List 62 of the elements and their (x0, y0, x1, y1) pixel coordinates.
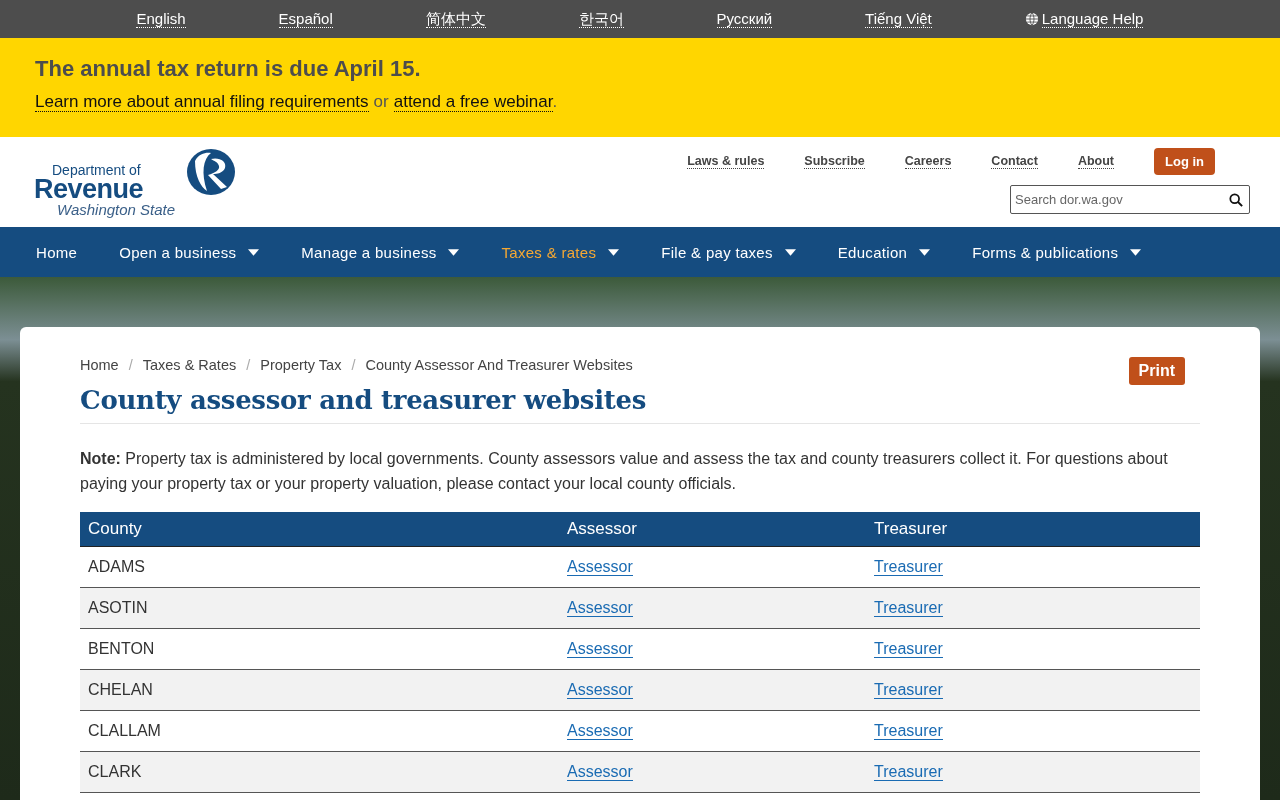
treasurer-link[interactable]: Treasurer (874, 557, 943, 576)
logo-text[interactable]: Revenue (34, 177, 176, 201)
column-header: County (80, 512, 559, 547)
nav-item[interactable]: Forms & publications (972, 243, 1142, 261)
breadcrumb-link[interactable]: County Assessor And Treasurer Websites (365, 357, 633, 373)
treasurer-link[interactable]: Treasurer (874, 762, 943, 781)
table-cell: CHELAN (80, 669, 559, 711)
print-button[interactable]: Print (1128, 357, 1185, 385)
assessor-link[interactable]: Assessor (567, 721, 633, 740)
assessor-link[interactable]: Assessor (567, 680, 633, 699)
assessor-link[interactable]: Assessor (567, 639, 633, 658)
logo-text[interactable]: Department of (34, 163, 176, 177)
alert-text: or (373, 92, 389, 111)
alert-title: The annual tax return is due April 15. (35, 56, 422, 82)
webinar-link[interactable]: attend a free webinar (393, 92, 553, 112)
login-button[interactable]: Log in (1154, 148, 1215, 175)
search-icon[interactable] (1229, 193, 1243, 207)
search-field[interactable]: Search dor.wa.gov (1010, 185, 1250, 214)
table-cell: BENTON (80, 628, 559, 670)
utility-link[interactable]: Laws & rules (687, 154, 765, 169)
language-help-link[interactable]: Language Help (1041, 10, 1144, 28)
utility-link[interactable]: About (1077, 154, 1114, 169)
utility-link[interactable]: Subscribe (804, 154, 865, 169)
language-link[interactable]: Русский (716, 10, 773, 28)
note-paragraph: Note: Property tax is administered by local governments. County assessors value and assess the tax and county treasurers collect it. For questions about paying your property tax or your property valuation, please contact your local county officials. (80, 449, 1169, 494)
language-link[interactable]: 한국어 (578, 10, 624, 28)
nav-item[interactable]: Taxes & rates (501, 243, 620, 261)
alert-text: . (552, 92, 558, 111)
nav-item[interactable]: Open a business (119, 243, 260, 261)
treasurer-link[interactable]: Treasurer (874, 598, 943, 617)
utility-link[interactable]: Contact (991, 154, 1038, 169)
table-cell: ADAMS (80, 546, 559, 588)
language-link[interactable]: 简体中文 (425, 10, 486, 28)
utility-link[interactable]: Careers (904, 154, 952, 169)
table-cell: ASOTIN (80, 587, 559, 629)
assessor-link[interactable]: Assessor (567, 557, 633, 576)
page-title: County assessor and treasurer websites (80, 385, 1200, 424)
language-link[interactable]: Español (278, 10, 333, 28)
nav-item[interactable]: Manage a business (301, 243, 460, 261)
nav-item[interactable]: Education (837, 243, 931, 261)
language-link[interactable]: English (136, 10, 186, 28)
treasurer-link[interactable]: Treasurer (874, 639, 943, 658)
treasurer-link[interactable]: Treasurer (874, 680, 943, 699)
breadcrumb-link[interactable]: Home (80, 357, 119, 373)
breadcrumb-link[interactable]: Taxes & Rates (142, 357, 237, 373)
assessor-link[interactable]: Assessor (567, 762, 633, 781)
language-link[interactable]: Tiếng Việt (865, 10, 932, 28)
breadcrumb-separator: / (351, 357, 356, 373)
globe-icon (1024, 12, 1039, 26)
breadcrumb-link[interactable]: Property Tax (260, 357, 342, 373)
table-cell: CLALLAM (80, 710, 559, 752)
table-cell: CLARK (80, 751, 559, 793)
breadcrumb-separator: / (128, 357, 133, 373)
breadcrumb-separator: / (246, 357, 251, 373)
treasurer-link[interactable]: Treasurer (874, 721, 943, 740)
nav-item[interactable]: Home (36, 243, 78, 261)
column-header: Treasurer (866, 512, 1200, 547)
nav-item[interactable]: File & pay taxes (661, 243, 796, 261)
logo-text[interactable]: Washington State (34, 201, 176, 219)
assessor-link[interactable]: Assessor (567, 598, 633, 617)
filing-requirements-link[interactable]: Learn more about annual filing requirements (35, 92, 369, 112)
column-header: Assessor (559, 512, 866, 547)
